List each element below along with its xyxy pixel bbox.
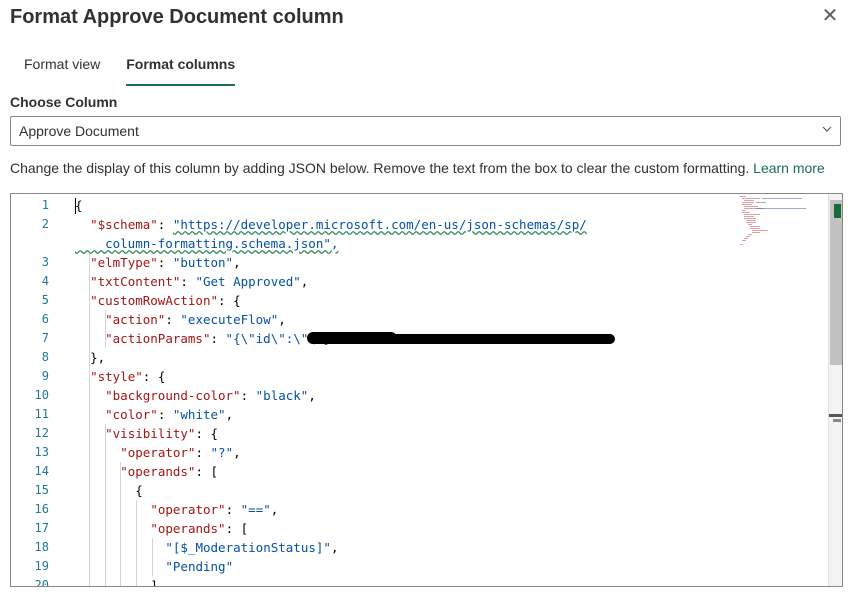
dialog-title: Format Approve Document column (10, 6, 344, 28)
line-number: 15 (34, 483, 49, 497)
code-line: "customRowAction": { (90, 293, 241, 308)
code-line: "Pending" (165, 559, 234, 574)
vertical-scrollbar[interactable] (828, 194, 842, 586)
line-number: 3 (41, 255, 49, 269)
code-line: "txtContent": "Get Approved", (90, 274, 309, 289)
line-number: 6 (41, 312, 49, 326)
line-number: 2 (41, 217, 49, 231)
close-icon[interactable]: ✕ (818, 6, 842, 26)
line-number: 9 (41, 369, 49, 383)
code-line: }, (90, 350, 106, 365)
line-number (11, 234, 49, 253)
indent-guide (136, 500, 137, 586)
line-number: 13 (34, 445, 49, 459)
code-line: "$schema": "https://developer.microsoft.… (90, 217, 587, 232)
line-number: 1 (41, 198, 49, 212)
line-number: 18 (34, 540, 49, 554)
choose-column-value: Approve Document (19, 123, 139, 139)
code-line: "action": "executeFlow", (105, 312, 286, 327)
scrollbar-marker (834, 204, 841, 218)
scrollbar-marker (829, 414, 842, 417)
description-text: Change the display of this column by add… (10, 160, 750, 176)
code-line: "operands": [ (150, 521, 249, 536)
line-number: 20 (34, 578, 49, 587)
choose-column-dropdown[interactable]: Approve Document (10, 116, 841, 146)
line-number: 5 (41, 293, 49, 307)
minimap[interactable] (738, 194, 828, 254)
indent-guide (105, 310, 106, 348)
code-line: "background-color": "black", (105, 388, 316, 403)
description: Change the display of this column by add… (10, 160, 825, 176)
line-number: 12 (34, 426, 49, 440)
line-number: 16 (34, 502, 49, 516)
code-line: "actionParams": "{\"id\":\"\"}" (105, 331, 338, 346)
code-line: { (75, 198, 83, 213)
redaction-mark (307, 332, 397, 344)
code-line: "operator": "?", (120, 445, 241, 460)
line-number: 17 (34, 521, 49, 535)
indent-guide (120, 462, 121, 586)
line-number: 8 (41, 350, 49, 364)
line-number: 14 (34, 464, 49, 478)
indent-guide (152, 538, 153, 576)
tab-format-columns[interactable]: Format columns (116, 50, 245, 86)
code-line: { (135, 483, 143, 498)
indent-guide (105, 424, 106, 586)
line-number: 4 (41, 274, 49, 288)
line-number: 11 (34, 407, 49, 421)
code-line: "visibility": { (105, 426, 219, 441)
code-line: "color": "white", (105, 407, 234, 422)
line-number: 19 (34, 559, 49, 573)
line-number: 7 (41, 331, 49, 345)
code-line: "[$_ModerationStatus]", (165, 540, 339, 555)
tab-bar: Format view Format columns (14, 50, 251, 86)
line-number-gutter: 1 2 3 4 5 6 7 8 9 10 11 12 13 14 15 16 17 18 19 20 (11, 194, 71, 586)
json-editor[interactable]: 1 2 3 4 5 6 7 8 9 10 11 12 13 14 15 16 17 18 19 20 { "$sche… (10, 193, 843, 587)
code-line: "operands": [ (120, 464, 219, 479)
chevron-down-icon (822, 126, 832, 132)
minimap-preview (740, 196, 806, 245)
choose-column-label: Choose Column (10, 94, 118, 110)
indent-guide (89, 253, 90, 586)
code-line: column-formatting.schema.json", (75, 236, 339, 251)
code-line: "elmType": "button", (90, 255, 241, 270)
scrollbar-thumb[interactable] (830, 200, 842, 365)
code-area[interactable]: { "$schema": "https://developer.microsof… (75, 194, 830, 586)
learn-more-link[interactable]: Learn more (753, 160, 825, 176)
code-line: ] (150, 578, 158, 587)
tab-format-view[interactable]: Format view (14, 50, 110, 86)
line-number: 10 (34, 388, 49, 402)
scrollbar-marker (833, 419, 841, 422)
